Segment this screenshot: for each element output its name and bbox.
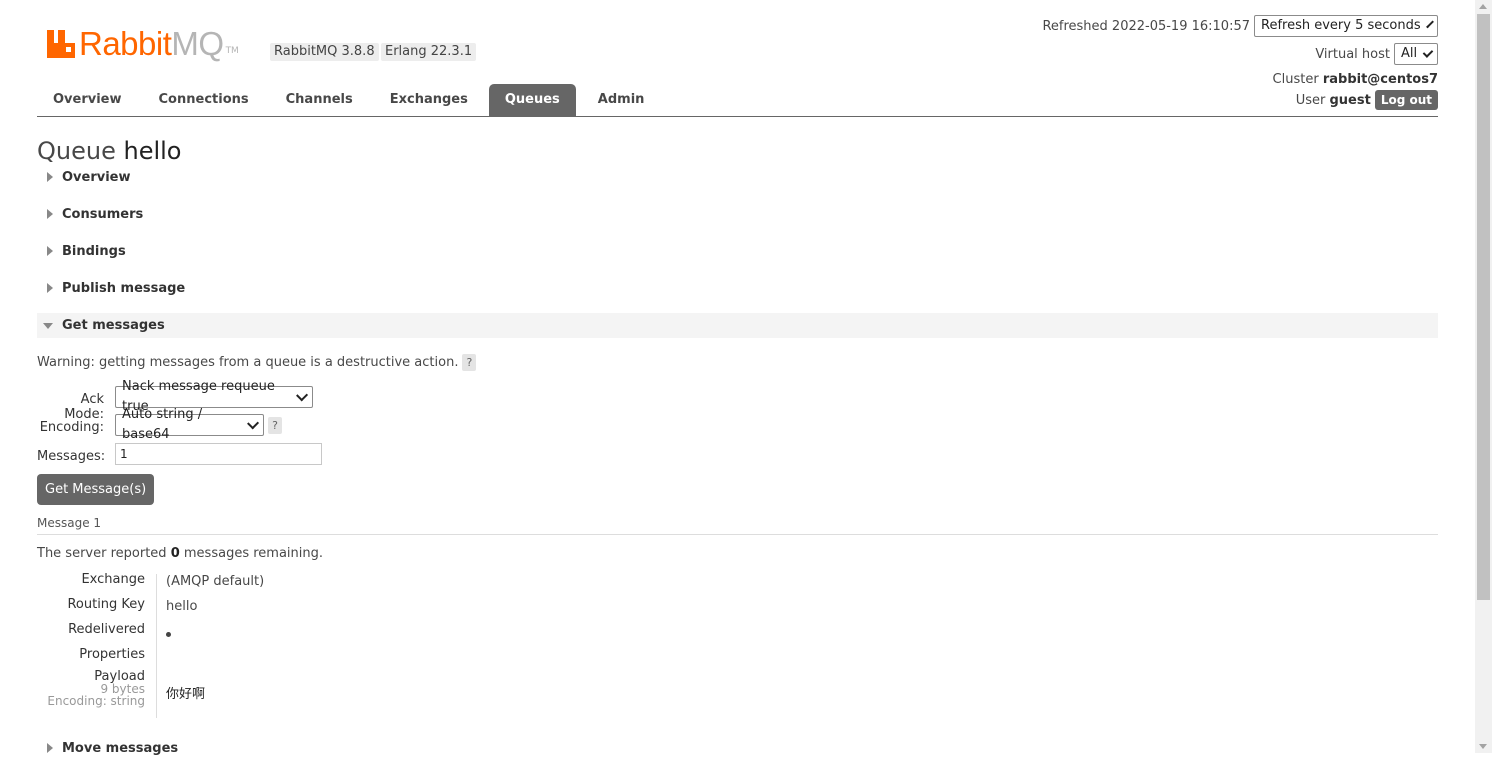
refreshed-timestamp: Refreshed 2022-05-19 16:10:57 (1042, 18, 1250, 34)
vertical-scrollbar[interactable] (1475, 0, 1492, 753)
user-label: User (1295, 92, 1326, 108)
user-row: User guest Log out (1296, 90, 1438, 110)
help-icon[interactable]: ? (462, 354, 477, 371)
tab-admin[interactable]: Admin (582, 84, 661, 116)
section-bindings[interactable]: Bindings (37, 239, 1438, 264)
messages-label: Messages: (37, 449, 106, 464)
triangle-down-icon (43, 323, 53, 329)
chevron-down-icon (246, 416, 259, 430)
chevron-down-icon (295, 388, 308, 402)
vhost-label: Virtual host (1315, 46, 1390, 62)
messages-count-input[interactable]: 1 (115, 443, 322, 465)
exchange-value: (AMQP default) (166, 574, 265, 589)
get-messages-button[interactable]: Get Message(s) (37, 474, 155, 505)
routing-key-label: Routing Key (67, 597, 145, 612)
scroll-up-icon[interactable] (1479, 4, 1487, 9)
tab-queues[interactable]: Queues (488, 84, 576, 116)
bullet-icon (166, 632, 171, 637)
chevron-down-icon (1422, 46, 1434, 58)
refresh-interval-select[interactable]: Refresh every 5 seconds (1254, 15, 1438, 37)
messages-remaining-text: The server reported 0 messages remaining… (37, 546, 323, 561)
erlang-version-badge: Erlang 22.3.1 (381, 43, 477, 61)
logo-brand: Rabbit (79, 25, 172, 62)
message-heading: Message 1 (37, 516, 1438, 535)
vhost-row: Virtual host All (1315, 43, 1438, 65)
triangle-right-icon (47, 172, 53, 182)
tab-channels[interactable]: Channels (270, 84, 369, 116)
queue-name: hello (123, 137, 182, 165)
tab-connections[interactable]: Connections (143, 84, 265, 116)
section-move-messages[interactable]: Move messages (37, 736, 1438, 761)
cluster-name: rabbit@centos7 (1322, 71, 1438, 87)
page: RabbitMQ TM RabbitMQ 3.8.8 Erlang 22.3.1… (37, 0, 1438, 756)
encoding-label: Encoding: (39, 420, 104, 435)
logout-button[interactable]: Log out (1374, 90, 1438, 110)
page-title: Queue hello (37, 137, 182, 165)
destructive-warning: Warning: getting messages from a queue i… (37, 354, 477, 371)
details-divider (156, 574, 157, 718)
vhost-select[interactable]: All (1394, 43, 1438, 65)
section-consumers[interactable]: Consumers (37, 202, 1438, 227)
logo-suffix: MQ (171, 25, 224, 62)
ack-mode-label: Ack Mode: (64, 392, 104, 422)
cluster-row: Cluster rabbit@centos7 (1273, 70, 1438, 88)
rabbitmq-version-badge: RabbitMQ 3.8.8 (270, 43, 379, 61)
triangle-right-icon (47, 743, 53, 753)
section-overview[interactable]: Overview (37, 165, 1438, 190)
user-name: guest (1329, 92, 1371, 108)
rabbitmq-logo[interactable]: RabbitMQ TM (47, 26, 239, 62)
payload-value: 你好啊 (166, 687, 206, 702)
logo-tm: TM (225, 46, 239, 56)
routing-key-value: hello (166, 599, 198, 614)
encoding-select[interactable]: Auto string / base64 (115, 407, 264, 442)
cluster-label: Cluster (1272, 71, 1319, 87)
redelivered-indicator (166, 626, 171, 641)
help-icon[interactable]: ? (268, 416, 282, 434)
scroll-down-icon[interactable] (1479, 744, 1487, 749)
tab-overview[interactable]: Overview (37, 84, 138, 116)
scrollbar-thumb[interactable] (1477, 14, 1490, 600)
exchange-label: Exchange (81, 572, 145, 587)
main-nav-tabs: Overview Connections Channels Exchanges … (37, 84, 660, 116)
properties-label: Properties (79, 647, 145, 662)
chevron-down-icon (1425, 19, 1434, 29)
rabbitmq-logo-icon (47, 30, 75, 58)
refresh-row: Refreshed 2022-05-19 16:10:57 Refresh ev… (1042, 15, 1438, 37)
triangle-right-icon (47, 209, 53, 219)
remaining-count: 0 (170, 546, 180, 561)
tabs-divider (37, 116, 1438, 117)
section-publish-message[interactable]: Publish message (37, 276, 1438, 301)
section-get-messages[interactable]: Get messages (37, 313, 1438, 338)
tab-exchanges[interactable]: Exchanges (374, 84, 484, 116)
payload-encoding: Encoding: string (47, 694, 145, 708)
redelivered-label: Redelivered (68, 622, 145, 637)
triangle-right-icon (47, 283, 53, 293)
triangle-right-icon (47, 246, 53, 256)
